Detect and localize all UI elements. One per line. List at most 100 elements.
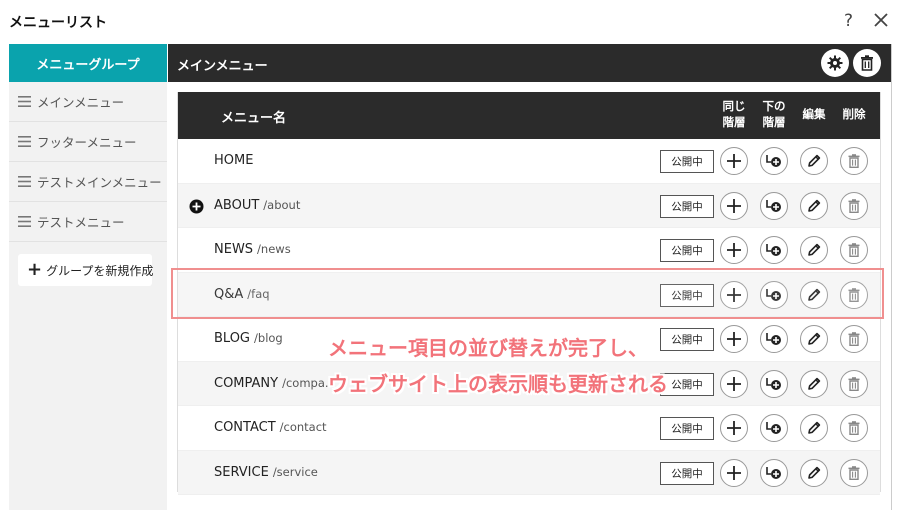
delete-menu-group-button[interactable] [853,49,881,77]
table-row[interactable]: SERVICE/service 公開中 [178,450,880,495]
add-same-level-button[interactable] [720,414,748,442]
add-lower-level-button[interactable] [760,236,788,264]
plus-icon [727,243,741,257]
plus-circle-icon[interactable] [189,199,204,214]
plus-icon [727,154,741,168]
sidebar-item-label: メインメニュー [37,95,125,110]
menu-item-path: /blog [254,331,283,345]
sidebar-item-label: フッターメニュー [37,135,137,150]
delete-button[interactable] [840,458,868,487]
status-badge[interactable]: 公開中 [660,461,714,485]
edit-button[interactable] [800,369,828,398]
trash-icon [861,55,873,71]
status-badge[interactable]: 公開中 [660,239,714,262]
gear-icon [827,55,843,71]
menu-item-name: BLOG/blog [214,331,283,346]
sidebar-item[interactable]: テストメニュー [9,202,167,242]
sidebar-item[interactable]: メインメニュー [9,82,167,122]
plus-icon: + [27,259,43,280]
close-icon[interactable] [871,9,891,31]
pencil-icon [808,288,821,301]
add-lower-level-button[interactable] [760,325,788,353]
add-same-level-button[interactable] [720,191,748,220]
column-menu-name: メニュー名 [221,111,287,126]
menu-item-name: NEWS/news [214,242,291,257]
edit-button[interactable] [800,147,828,175]
menu-item-path: /faq [247,286,270,301]
sidebar-item-label: テストメインメニュー [37,175,162,190]
add-child-icon [766,422,781,434]
column-delete: 削除 [842,107,866,121]
column-lower-level-line2: 階層 [762,115,786,129]
sidebar-item[interactable]: テストメインメニュー [9,162,167,202]
table-row[interactable]: HOME 公開中 [178,139,880,184]
pencil-icon [808,332,821,345]
sidebar-item[interactable]: フッターメニュー [9,122,167,162]
menu-item-label: SERVICE [214,464,269,480]
sidebar-tab-menu-group[interactable]: メニューグループ [9,44,167,82]
delete-button[interactable] [840,369,868,398]
table-row[interactable]: ABOUT/about 公開中 [178,183,880,228]
status-badge[interactable]: 公開中 [660,283,714,307]
menu-item-name: ABOUT/about [214,198,300,213]
table-row[interactable]: Q&A/faq 公開中 [178,272,880,317]
pencil-icon [808,243,821,256]
add-lower-level-button[interactable] [760,280,788,309]
column-lower-level-line1: 下の [762,99,786,113]
edit-button[interactable] [800,458,828,487]
add-group-button[interactable]: + グループを新規作成 [18,254,154,286]
edit-button[interactable] [800,236,828,264]
menu-item-name: SERVICE/service [214,465,318,480]
add-child-icon [766,333,781,345]
add-child-icon [766,466,781,479]
menu-item-path: /news [257,242,291,256]
pencil-icon [808,154,821,167]
trash-icon [848,465,860,480]
status-badge[interactable]: 公開中 [660,194,714,218]
edit-button[interactable] [800,325,828,353]
menu-table: メニュー名 同じ 階層 下の 階層 編集 削除 HOME 公開中 ABOUT/abo… [177,92,881,495]
menu-item-path: /contact [279,420,327,434]
hamburger-icon [18,136,31,147]
menu-item-name: Q&A/faq [214,287,270,302]
add-lower-level-button[interactable] [760,414,788,442]
settings-button[interactable] [821,49,849,77]
annotation-line-2: ウェブサイト上の表示順も更新される [328,372,668,396]
delete-button[interactable] [840,147,868,175]
menu-item-label: HOME [214,153,254,168]
add-child-icon [766,244,781,256]
add-lower-level-button[interactable] [760,458,788,487]
edit-button[interactable] [800,280,828,309]
edit-button[interactable] [800,191,828,220]
add-same-level-button[interactable] [720,147,748,175]
menu-item-path: /service [272,464,318,479]
delete-button[interactable] [840,414,868,442]
column-same-level-line2: 階層 [722,115,746,129]
edit-button[interactable] [800,414,828,442]
add-child-icon [766,199,781,212]
add-same-level-button[interactable] [720,236,748,264]
trash-icon [848,332,860,346]
add-lower-level-button[interactable] [760,147,788,175]
add-lower-level-button[interactable] [760,191,788,220]
trash-icon [848,198,860,213]
table-row[interactable]: NEWS/news 公開中 [178,228,880,273]
delete-button[interactable] [840,236,868,264]
delete-button[interactable] [840,280,868,309]
add-same-level-button[interactable] [720,458,748,487]
add-lower-level-button[interactable] [760,369,788,398]
sidebar: メニューグループ メインメニュー フッターメニューテストメインメニューテストメニュ… [9,44,167,510]
column-lower-level: 下の 階層 [757,98,791,130]
add-group-label: グループを新規作成 [46,263,154,278]
help-icon[interactable]: ? [844,11,853,31]
menu-item-name: CONTACT/contact [214,420,327,435]
add-same-level-button[interactable] [720,280,748,309]
status-badge[interactable]: 公開中 [660,417,714,440]
delete-button[interactable] [840,191,868,220]
table-row[interactable]: CONTACT/contact 公開中 [178,406,880,451]
menu-item-label: BLOG [214,331,251,346]
main-panel: メインメニュー メニュー名 同じ 階層 下の 階層 編集 削除 HOME 公開中… [168,44,892,510]
delete-button[interactable] [840,325,868,353]
status-badge[interactable]: 公開中 [660,150,714,173]
plus-icon [727,421,741,435]
